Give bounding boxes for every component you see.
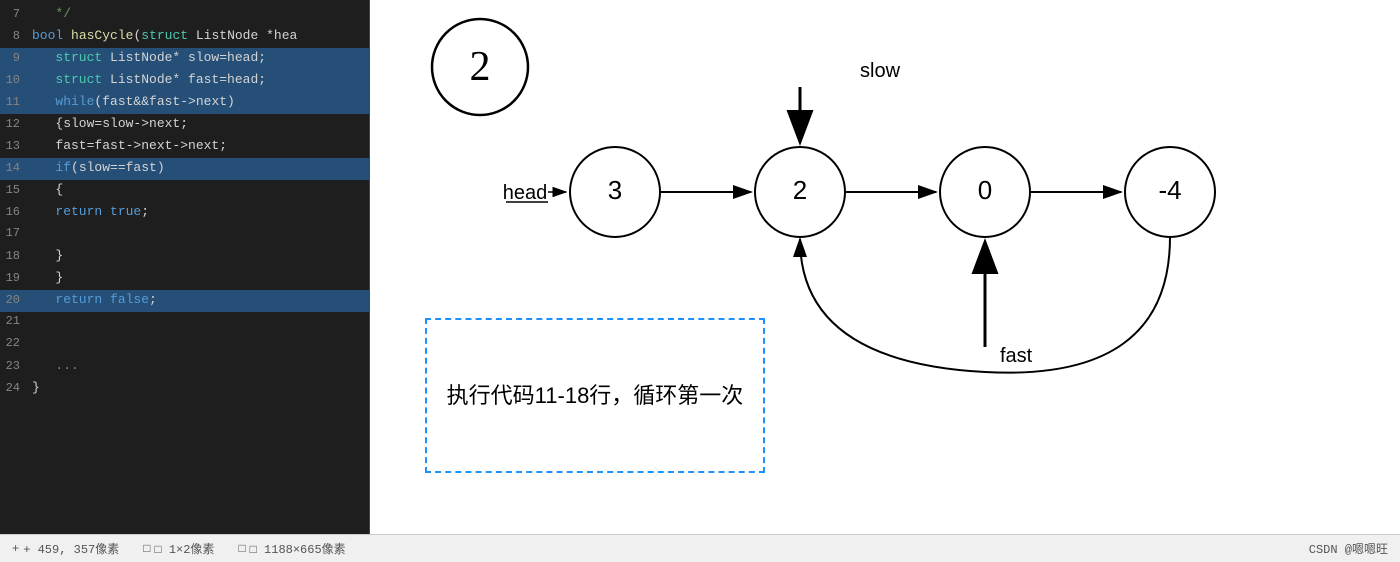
line-num-21: 21 [0, 312, 32, 331]
line-num-13: 13 [0, 137, 32, 156]
code-line-22: 22 [0, 334, 369, 356]
code-line-18: 18 } [0, 246, 369, 268]
code-text-18: } [32, 246, 63, 267]
code-text-10: struct ListNode* fast=head; [32, 70, 266, 91]
code-line-15: 15 { [0, 180, 369, 202]
line-num-12: 12 [0, 115, 32, 134]
line-num-18: 18 [0, 247, 32, 266]
code-text-24: } [32, 378, 40, 399]
code-text-11: while(fast&&fast->next) [32, 92, 235, 113]
code-text-7: */ [32, 4, 71, 25]
diagram-panel: 2 3 2 0 -4 head [370, 0, 1400, 534]
main-content: 7 */ 8 bool hasCycle(struct ListNode *he… [0, 0, 1400, 534]
code-text-20: return false; [32, 290, 157, 311]
selection-icon: □ [143, 542, 150, 556]
line-num-7: 7 [0, 5, 32, 24]
code-line-9: 9 struct ListNode* slow=head; [0, 48, 369, 70]
fast-label: fast [1000, 345, 1033, 367]
line-num-24: 24 [0, 379, 32, 398]
code-text-16: return true; [32, 202, 149, 223]
status-bar: + + 459, 357像素 □ □ 1×2像素 □ □ 1188×665像素 … [0, 534, 1400, 562]
position-value: + 459, 357像素 [23, 540, 119, 557]
code-line-21: 21 [0, 312, 369, 334]
code-text-13: fast=fast->next->next; [32, 136, 227, 157]
line-num-23: 23 [0, 357, 32, 376]
code-text-12: {slow=slow->next; [32, 114, 188, 135]
node-neg4-value: -4 [1158, 175, 1181, 205]
code-line-8: 8 bool hasCycle(struct ListNode *hea [0, 26, 369, 48]
code-text-15: { [32, 180, 63, 201]
code-line-24: 24 } [0, 378, 369, 400]
line-num-9: 9 [0, 49, 32, 68]
status-selection: □ □ 1×2像素 [143, 540, 214, 557]
code-text-14: if(slow==fast) [32, 158, 165, 179]
code-panel: 7 */ 8 bool hasCycle(struct ListNode *he… [0, 0, 370, 534]
line-num-22: 22 [0, 334, 32, 353]
line-num-17: 17 [0, 224, 32, 243]
line-num-11: 11 [0, 93, 32, 112]
line-num-15: 15 [0, 181, 32, 200]
code-line-13: 13 fast=fast->next->next; [0, 136, 369, 158]
line-num-19: 19 [0, 269, 32, 288]
code-line-12: 12 {slow=slow->next; [0, 114, 369, 136]
code-text-9: struct ListNode* slow=head; [32, 48, 266, 69]
status-position: + + 459, 357像素 [12, 540, 119, 557]
status-canvas-size: □ □ 1188×665像素 [238, 540, 345, 557]
selection-value: □ 1×2像素 [154, 540, 214, 557]
line-num-10: 10 [0, 71, 32, 90]
code-line-17: 17 [0, 224, 369, 246]
code-line-16: 16 return true; [0, 202, 369, 224]
line-num-20: 20 [0, 291, 32, 310]
code-text-23: ... [32, 356, 79, 377]
code-line-23: 23 ... [0, 356, 369, 378]
line-num-14: 14 [0, 159, 32, 178]
canvas-size-value: □ 1188×665像素 [250, 540, 346, 557]
code-line-19: 19 } [0, 268, 369, 290]
node-2-value: 2 [793, 175, 807, 205]
code-line-20: 20 return false; [0, 290, 369, 312]
annotation-box: 执行代码11-18行，循环第一次 [425, 318, 765, 473]
code-line-11: 11 while(fast&&fast->next) [0, 92, 369, 114]
line-num-8: 8 [0, 27, 32, 46]
code-line-10: 10 struct ListNode* fast=head; [0, 70, 369, 92]
canvas-icon: □ [238, 542, 245, 556]
code-line-7: 7 */ [0, 4, 369, 26]
node-3-value: 3 [608, 175, 622, 205]
status-left: + + 459, 357像素 □ □ 1×2像素 □ □ 1188×665像素 [12, 540, 346, 557]
node-0-value: 0 [978, 175, 992, 205]
step-number: 2 [470, 44, 491, 90]
line-num-16: 16 [0, 203, 32, 222]
status-watermark: CSDN @嗯嗯旺 [1309, 540, 1388, 557]
code-text-8: bool hasCycle(struct ListNode *hea [32, 26, 297, 47]
code-line-14: 14 if(slow==fast) [0, 158, 369, 180]
code-text-19: } [32, 268, 63, 289]
annotation-text: 执行代码11-18行，循环第一次 [447, 379, 744, 412]
position-icon: + [12, 542, 19, 556]
slow-label: slow [860, 60, 901, 82]
head-label: head [503, 182, 548, 204]
